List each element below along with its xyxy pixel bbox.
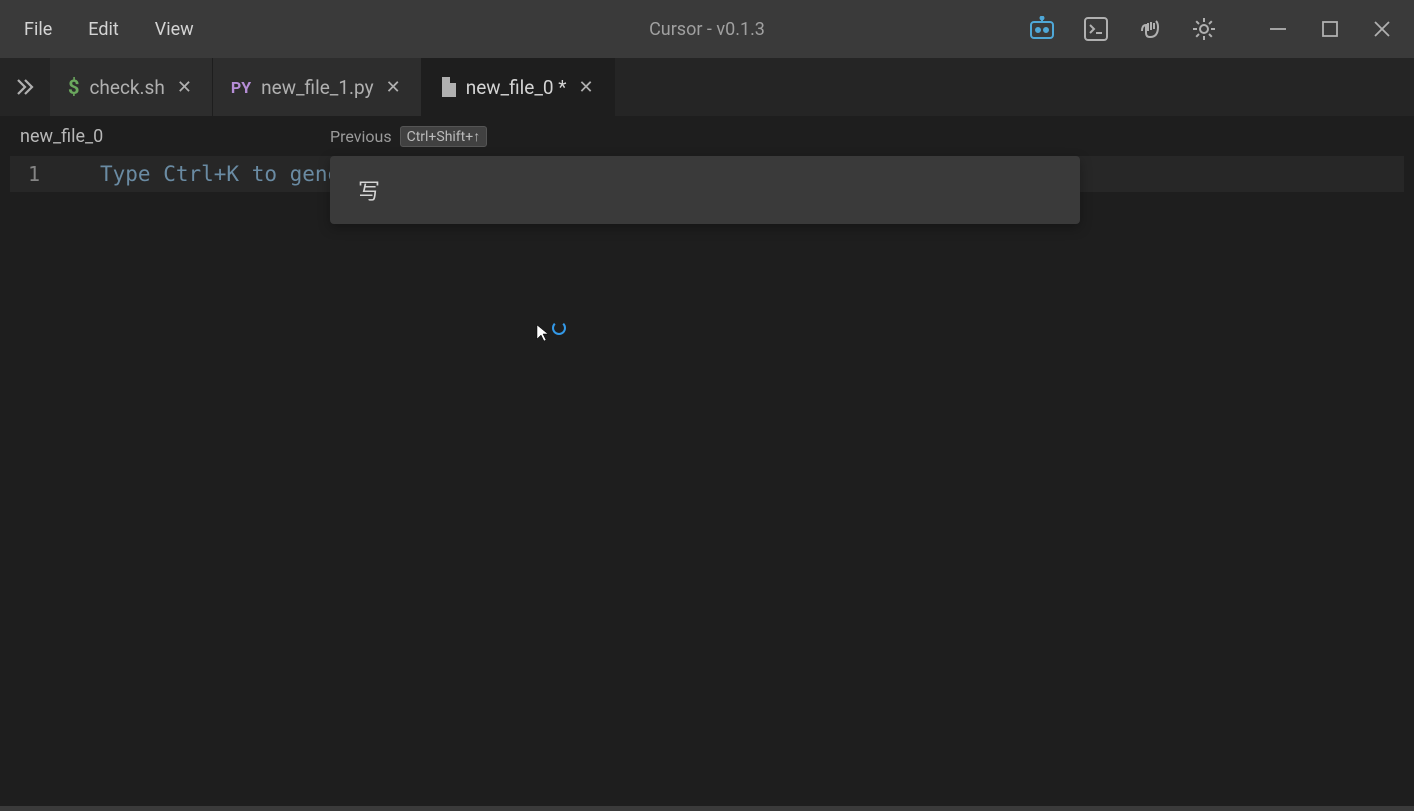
- title-bar: File Edit View Cursor - v0.1.3: [0, 0, 1414, 58]
- wave-icon[interactable]: [1134, 13, 1166, 45]
- breadcrumb: new_file_0: [20, 126, 103, 147]
- window-controls: [1262, 13, 1398, 45]
- file-icon: [440, 77, 456, 97]
- status-bar: [0, 806, 1414, 811]
- close-tab-icon[interactable]: ✕: [384, 75, 403, 100]
- tab-new-file-1-py[interactable]: PY new_file_1.py ✕: [213, 58, 422, 116]
- minimize-button[interactable]: [1262, 13, 1294, 45]
- loading-spinner-icon: [552, 321, 566, 335]
- tab-label: new_file_0 *: [466, 76, 567, 99]
- close-button[interactable]: [1366, 13, 1398, 45]
- ai-prompt-input[interactable]: [358, 178, 1052, 203]
- close-tab-icon[interactable]: ✕: [577, 75, 596, 100]
- menu-file[interactable]: File: [8, 13, 68, 46]
- ai-prompt-box: [330, 156, 1080, 224]
- line-number: 1: [10, 162, 50, 186]
- previous-label: Previous: [330, 127, 392, 146]
- tab-check-sh[interactable]: $ check.sh ✕: [50, 58, 213, 116]
- tab-bar: $ check.sh ✕ PY new_file_1.py ✕ new_file…: [0, 58, 1414, 116]
- title-bar-actions: [1026, 13, 1406, 45]
- tab-label: new_file_1.py: [261, 76, 373, 99]
- editor-area[interactable]: 1 Type Ctrl+K to generat: [0, 156, 1414, 806]
- mouse-cursor: [536, 324, 566, 342]
- breadcrumb-bar: new_file_0 Previous Ctrl+Shift+↑: [0, 116, 1414, 156]
- window-title: Cursor - v0.1.3: [649, 19, 765, 40]
- previous-hint[interactable]: Previous Ctrl+Shift+↑: [330, 126, 487, 147]
- close-tab-icon[interactable]: ✕: [175, 75, 194, 100]
- menu-edit[interactable]: Edit: [72, 13, 134, 46]
- tab-label: check.sh: [89, 76, 164, 99]
- shell-file-icon: $: [68, 75, 79, 99]
- keyboard-shortcut: Ctrl+Shift+↑: [400, 126, 488, 147]
- menu-view[interactable]: View: [139, 13, 210, 46]
- robot-icon[interactable]: [1026, 13, 1058, 45]
- tab-new-file-0[interactable]: new_file_0 * ✕: [422, 58, 615, 116]
- tab-overflow-button[interactable]: [0, 58, 50, 116]
- terminal-icon[interactable]: [1080, 13, 1112, 45]
- maximize-button[interactable]: [1314, 13, 1346, 45]
- menu-bar: File Edit View: [8, 13, 210, 46]
- gear-icon[interactable]: [1188, 13, 1220, 45]
- python-file-icon: PY: [231, 78, 251, 97]
